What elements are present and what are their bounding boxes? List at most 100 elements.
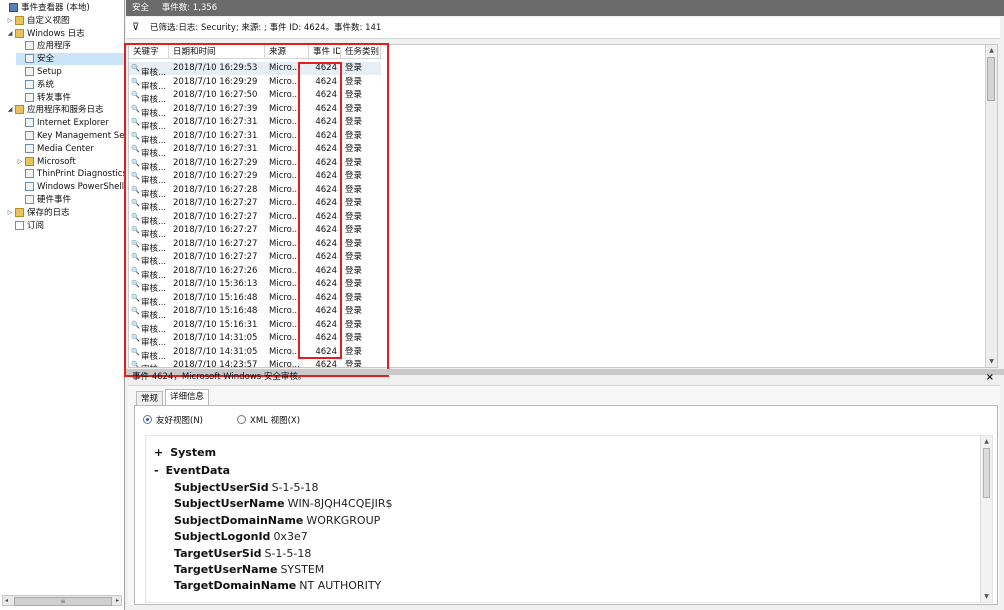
field-value: WORKGROUP [306,513,381,527]
table-row[interactable]: 🔍审核... 2018/7/10 16:27:27 Micro... 4624 登录 [129,251,381,267]
scroll-down-arrow-icon[interactable]: ▼ [986,358,997,365]
cell-event-id: 4624 [315,238,337,249]
scroll-up-arrow-icon[interactable]: ▲ [981,438,992,445]
system-node[interactable]: + System [154,446,216,459]
detail-pane: 常规 详细信息 友好视图(N) XML 视图(X) + System - Eve… [128,385,1000,605]
scroll-down-arrow-icon[interactable]: ▼ [981,593,992,600]
table-row[interactable]: 🔍审核... 2018/7/10 16:29:29 Micro... 4624 登录 [129,76,381,92]
table-row[interactable]: 🔍审核... 2018/7/10 15:36:13 Micro... 4624 登录 [129,278,381,294]
tree-item[interactable]: 应用程序 [16,40,124,52]
event-data-field: SubjectUserName WIN-8JQH4CQEJIR$ [174,497,392,510]
table-row[interactable]: 🔍审核... 2018/7/10 16:27:26 Micro... 4624 登录 [129,265,381,281]
column-header-task[interactable]: 任务类别 [341,45,381,59]
log-icon [25,195,34,204]
collapse-arrow-icon[interactable]: ◢ [6,104,14,116]
table-row[interactable]: 🔍审核... 2018/7/10 16:27:31 Micro... 4624 登录 [129,143,381,159]
key-icon: 🔍 [131,226,139,234]
tree-item[interactable]: Internet Explorer [16,117,124,129]
key-icon: 🔍 [131,347,139,356]
tree-item[interactable]: ◢ 应用程序和服务日志 [6,104,124,116]
table-row[interactable]: 🔍审核... 2018/7/10 15:16:48 Micro... 4624 登录 [129,292,381,308]
table-row[interactable]: 🔍审核... 2018/7/10 16:27:29 Micro... 4624 登录 [129,157,381,173]
tree-item[interactable]: ▷ 自定义视图 [6,15,124,27]
expand-toggle[interactable]: + [154,446,163,459]
tree-item[interactable]: 系统 [16,79,124,91]
tab-general[interactable]: 常规 [136,391,164,406]
tree-item[interactable]: 事件查看器 (本地) [0,2,124,14]
tree-item[interactable]: ◢ Windows 日志 [6,28,124,40]
expand-arrow-icon[interactable]: ▷ [6,15,14,27]
table-row[interactable]: 🔍审核... 2018/7/10 16:27:27 Micro... 4624 登录 [129,238,381,254]
table-row[interactable]: 🔍审核... 2018/7/10 16:29:53 Micro... 4624 登录 [129,62,381,78]
key-icon: 🔍 [131,212,139,221]
scroll-thumb[interactable]: ≡ [14,597,112,606]
column-header-event-id[interactable]: 事件 ID [309,45,341,59]
cell-datetime: 2018/7/10 15:16:31 [173,319,258,330]
expand-arrow-icon[interactable]: ▷ [16,156,24,168]
tree-item-label: 应用程序 [37,41,72,52]
table-row[interactable]: 🔍审核... 2018/7/10 16:27:27 Micro... 4624 登录 [129,224,381,240]
table-row[interactable]: 🔍审核... 2018/7/10 14:31:05 Micro... 4624 登录 [129,332,381,348]
cell-event-id: 4624 [315,252,337,262]
table-row[interactable]: 🔍审核... 2018/7/10 14:23:57 Micro... 4624 登录 [129,359,381,368]
table-row[interactable]: 🔍审核... 2018/7/10 16:27:31 Micro... 4624 登录 [129,116,381,132]
table-row[interactable]: 🔍审核... 2018/7/10 16:27:28 Micro... 4624 登录 [129,184,381,200]
tree-item-label: 安全 [37,54,55,65]
tree-item[interactable]: 安全 [16,53,124,66]
table-row[interactable]: 🔍审核... 2018/7/10 16:27:31 Micro... 4624 登录 [129,130,381,146]
table-row[interactable]: 🔍审核... 2018/7/10 16:27:27 Micro... 4624 登录 [129,211,381,227]
key-icon: 🔍 [131,334,139,342]
cell-datetime: 2018/7/10 14:31:05 [173,333,258,343]
table-row[interactable]: 🔍审核... 2018/7/10 14:31:05 Micro... 4624 登录 [129,346,381,362]
table-row[interactable]: 🔍审核... 2018/7/10 16:27:39 Micro... 4624 登录 [129,103,381,119]
tree-item[interactable]: Windows PowerShell [16,181,124,193]
cell-datetime: 2018/7/10 14:23:57 [173,360,258,368]
table-row[interactable]: 🔍审核... 2018/7/10 15:16:48 Micro... 4624 登录 [129,305,381,321]
cell-datetime: 2018/7/10 16:27:27 [173,198,258,208]
cell-task: 登录 [345,144,363,154]
radio-friendly-view[interactable]: 友好视图(N) [143,414,203,426]
grid-vertical-scrollbar[interactable]: ▲ ▼ [985,45,997,367]
scroll-thumb[interactable] [987,57,995,101]
tree-item[interactable]: ▷ Microsoft [16,156,124,168]
tree-item[interactable]: 硬件事件 [16,194,124,206]
collapse-arrow-icon[interactable]: ◢ [6,28,14,40]
scroll-right-arrow-icon[interactable]: ▸ [116,596,119,605]
log-icon [25,92,34,102]
collapse-toggle[interactable]: - [154,464,159,477]
close-icon[interactable]: × [986,372,994,383]
tree-item[interactable]: Key Management Serv [16,130,124,142]
radio-xml-view[interactable]: XML 视图(X) [237,414,300,426]
cell-source: Micro... [269,346,300,357]
scroll-left-arrow-icon[interactable]: ◂ [5,596,8,605]
table-row[interactable]: 🔍审核... 2018/7/10 16:27:50 Micro... 4624 登录 [129,89,381,105]
cell-datetime: 2018/7/10 16:29:29 [173,76,258,87]
cell-task: 登录 [345,130,363,141]
details-tab-body: 友好视图(N) XML 视图(X) + System - EventData S… [134,405,998,605]
eventdata-node[interactable]: - EventData [154,464,230,477]
cell-task: 登录 [345,319,363,330]
table-row[interactable]: 🔍审核... 2018/7/10 16:27:27 Micro... 4624 登录 [129,197,381,213]
tree-item[interactable]: ThinPrint Diagnostics [16,168,124,180]
field-name: SubjectDomainName [174,513,304,527]
folder-icon [25,156,34,166]
table-row[interactable]: 🔍审核... 2018/7/10 16:27:29 Micro... 4624 登录 [129,170,381,186]
scroll-thumb[interactable] [983,448,990,498]
tree-horizontal-scrollbar[interactable]: ◂ ≡ ▸ [2,595,122,606]
column-header-source[interactable]: 来源 [265,45,309,59]
tree-item[interactable]: Media Center [16,143,124,155]
tree-item-label: 订阅 [27,220,45,231]
table-row[interactable]: 🔍审核... 2018/7/10 15:16:31 Micro... 4624 登录 [129,319,381,335]
cell-event-id: 4624 [315,346,337,357]
tab-details[interactable]: 详细信息 [165,389,210,406]
funnel-icon: ⊽ [132,22,140,33]
tree-item[interactable]: 订阅 [6,220,124,232]
tree-item[interactable]: 转发事件 [16,92,124,104]
details-vertical-scrollbar[interactable]: ▲ ▼ [980,436,992,602]
column-header-keyword[interactable]: 关键字 [129,45,169,59]
tree-item[interactable]: Setup [16,66,124,78]
expand-arrow-icon[interactable]: ▷ [6,207,14,219]
tree-item[interactable]: ▷ 保存的日志 [6,207,124,219]
scroll-up-arrow-icon[interactable]: ▲ [986,47,997,54]
column-header-datetime[interactable]: 日期和时间 [169,45,265,59]
